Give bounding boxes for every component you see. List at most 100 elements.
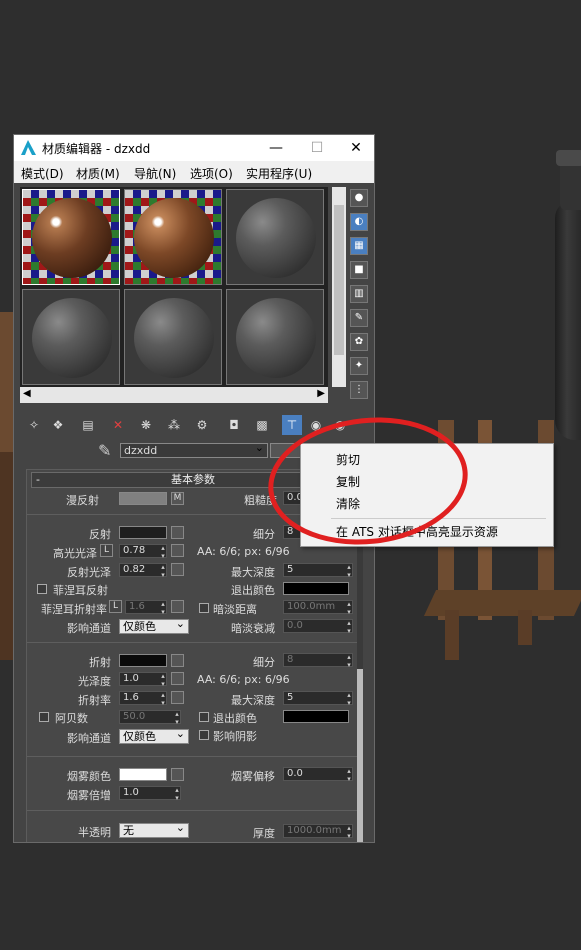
abbe-spinner[interactable]: 50.0: [119, 710, 181, 726]
menu-mode[interactable]: 模式(D): [21, 165, 64, 182]
abbe-checkbox[interactable]: [39, 712, 49, 722]
refract-label: 折射: [89, 656, 111, 669]
title-bar[interactable]: 材质编辑器 - dzxdd — ☐ ✕: [14, 135, 374, 161]
material-sphere: [236, 198, 316, 278]
put-to-scene-icon[interactable]: ❖: [48, 415, 68, 435]
reflect-map-button[interactable]: [171, 526, 184, 539]
put-to-library-icon[interactable]: ⚙: [192, 415, 212, 435]
reflect-affect-channels-dropdown[interactable]: 仅颜色: [119, 617, 189, 634]
fresnel-ior-map-button[interactable]: [171, 600, 184, 613]
ior-value: 1.6: [123, 692, 139, 703]
close-button[interactable]: ✕: [342, 138, 370, 158]
background-icon[interactable]: ▦: [350, 237, 368, 255]
diffuse-map-button[interactable]: M: [171, 492, 184, 505]
divider: [27, 642, 357, 643]
material-navigator-icon[interactable]: ⋮: [350, 381, 368, 399]
minimize-button[interactable]: —: [262, 138, 290, 158]
material-slot-4[interactable]: [22, 289, 120, 385]
reset-map-icon[interactable]: ✕: [108, 415, 128, 435]
thickness-spinner[interactable]: 1000.0mm: [283, 824, 353, 840]
fresnel-lock-button[interactable]: L: [109, 600, 122, 613]
assign-to-selection-icon[interactable]: ▤: [78, 415, 98, 435]
hilight-gloss-map-button[interactable]: [171, 544, 184, 557]
material-sphere: [134, 198, 214, 278]
refract-subdivs-spinner[interactable]: 8: [283, 653, 353, 669]
menu-navigation[interactable]: 导航(N): [134, 165, 176, 182]
refl-gloss-map-button[interactable]: [171, 563, 184, 576]
diffuse-color-swatch[interactable]: [119, 492, 167, 505]
dim-falloff-spinner[interactable]: 0.0: [283, 619, 353, 635]
menu-material[interactable]: 材质(M): [76, 165, 120, 182]
fresnel-ior-spinner[interactable]: 1.6: [125, 600, 167, 616]
material-slot-1[interactable]: [22, 189, 120, 285]
side-toolbar: ● ◐ ▦ ■ ▥ ✎ ✿ ✦ ⋮: [348, 187, 370, 403]
hilight-gloss-spinner[interactable]: 0.78: [119, 544, 167, 560]
scroll-thumb[interactable]: [334, 205, 344, 355]
translucency-dropdown[interactable]: 无: [119, 821, 189, 838]
refract-max-depth-label: 最大深度: [231, 694, 275, 707]
fog-color-map-button[interactable]: [171, 768, 184, 781]
menu-utilities[interactable]: 实用程序(U): [246, 165, 312, 182]
reflect-color-swatch[interactable]: [119, 526, 167, 539]
refract-exit-color-label: 退出颜色: [213, 712, 257, 725]
dim-distance-checkbox[interactable]: [199, 603, 209, 613]
refract-gloss-spinner[interactable]: 1.0: [119, 672, 167, 688]
fresnel-checkbox[interactable]: [37, 584, 47, 594]
fog-color-swatch[interactable]: [119, 768, 167, 781]
refract-color-swatch[interactable]: [119, 654, 167, 667]
scroll-thumb[interactable]: [357, 669, 363, 842]
video-color-check-icon[interactable]: ▥: [350, 285, 368, 303]
uv-tiling-icon[interactable]: ■: [350, 261, 368, 279]
fog-multiplier-label: 烟雾倍增: [67, 789, 111, 802]
material-id-icon[interactable]: ◘: [224, 415, 244, 435]
affect-shadows-checkbox[interactable]: [199, 730, 209, 740]
hilight-lock-button[interactable]: L: [100, 544, 113, 557]
sample-type-icon[interactable]: ●: [350, 189, 368, 207]
roughness-label: 粗糙度: [244, 494, 277, 507]
backlight-icon[interactable]: ◐: [350, 213, 368, 231]
make-unique-icon[interactable]: ⁂: [164, 415, 184, 435]
eyedropper-icon[interactable]: ✎: [98, 441, 111, 460]
refract-affect-channels-dropdown[interactable]: 仅颜色: [119, 727, 189, 744]
divider: [27, 756, 357, 757]
refract-gloss-map-button[interactable]: [171, 672, 184, 685]
dim-distance-spinner[interactable]: 100.0mm: [283, 600, 353, 616]
select-by-material-icon[interactable]: ✦: [350, 357, 368, 375]
material-slot-6[interactable]: [226, 289, 324, 385]
show-in-viewport-icon[interactable]: ▩: [252, 415, 272, 435]
material-slot-5[interactable]: [124, 289, 222, 385]
refract-gloss-value: 1.0: [123, 673, 139, 684]
refl-gloss-spinner[interactable]: 0.82: [119, 563, 167, 579]
refract-exit-color-swatch[interactable]: [283, 710, 349, 723]
ior-spinner[interactable]: 1.6: [119, 691, 167, 707]
fog-bias-spinner[interactable]: 0.0: [283, 767, 353, 783]
make-copy-icon[interactable]: ❋: [136, 415, 156, 435]
refl-gloss-value: 0.82: [123, 564, 146, 575]
reflect-max-depth-spinner[interactable]: 5: [283, 563, 353, 579]
options-icon[interactable]: ✿: [350, 333, 368, 351]
slots-horizontal-scrollbar[interactable]: ◀ ▶: [20, 387, 328, 403]
rollout-title: 基本参数: [171, 473, 215, 486]
fog-multiplier-spinner[interactable]: 1.0: [119, 786, 181, 802]
material-slot-3[interactable]: [226, 189, 324, 285]
material-name-field[interactable]: dzxdd: [120, 441, 268, 458]
reflect-exit-color-swatch[interactable]: [283, 582, 349, 595]
make-preview-icon[interactable]: ✎: [350, 309, 368, 327]
material-sphere: [134, 298, 214, 378]
reflect-aa-info: AA: 6/6; px: 6/96: [197, 545, 290, 558]
fog-bias-label: 烟雾偏移: [231, 770, 275, 783]
maximize-button[interactable]: ☐: [303, 138, 331, 158]
show-end-result-icon[interactable]: ⊤: [282, 415, 302, 435]
app-logo-icon: [21, 140, 36, 155]
get-material-icon[interactable]: ✧: [24, 415, 44, 435]
scroll-left-icon[interactable]: ◀: [23, 388, 31, 399]
refract-exit-color-checkbox[interactable]: [199, 712, 209, 722]
refract-map-button[interactable]: [171, 654, 184, 667]
ior-map-button[interactable]: [171, 691, 184, 704]
menu-options[interactable]: 选项(O): [190, 165, 233, 182]
material-slot-2[interactable]: [124, 189, 222, 285]
collapse-icon[interactable]: -: [36, 473, 40, 487]
slots-vertical-scrollbar[interactable]: [332, 187, 346, 387]
refract-max-depth-spinner[interactable]: 5: [283, 691, 353, 707]
scroll-right-icon[interactable]: ▶: [317, 388, 325, 399]
